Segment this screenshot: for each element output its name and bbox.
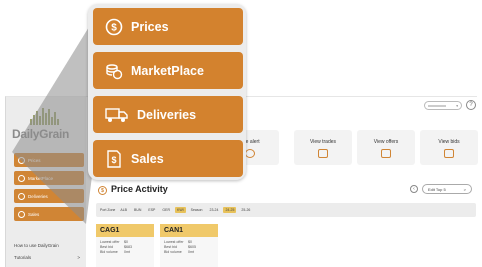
- screenshot-stage: DailyGrain Prices MarketPlace Deliveries…: [0, 0, 482, 267]
- menu-item-label: MarketPlace: [131, 63, 204, 78]
- dollar-circle-icon: $: [105, 18, 123, 36]
- menu-item-label: Sales: [131, 151, 164, 166]
- svg-text:$: $: [111, 22, 117, 33]
- dollar-document-icon: $: [105, 149, 123, 168]
- menu-item-deliveries[interactable]: Deliveries: [93, 96, 243, 133]
- coins-stack-icon: [105, 62, 123, 80]
- truck-icon: [105, 106, 129, 124]
- menu-item-label: Deliveries: [137, 107, 197, 122]
- svg-text:$: $: [111, 155, 116, 165]
- menu-item-label: Prices: [131, 19, 169, 34]
- menu-item-prices[interactable]: $ Prices: [93, 8, 243, 45]
- menu-item-marketplace[interactable]: MarketPlace: [93, 52, 243, 89]
- menu-item-sales[interactable]: $ Sales: [93, 140, 243, 177]
